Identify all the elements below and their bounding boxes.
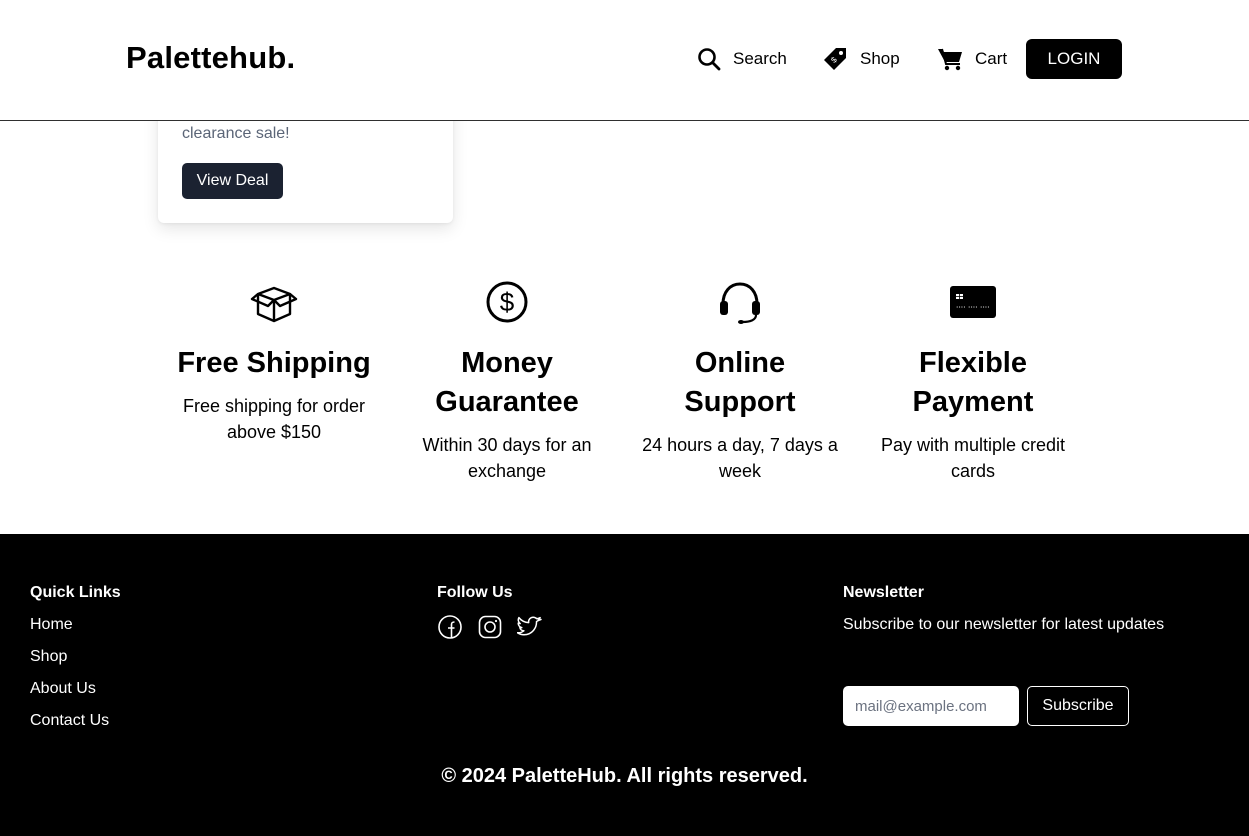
nav-search-label: Search	[733, 49, 787, 68]
feature-description: Free shipping for order above $150	[182, 396, 366, 442]
quick-links-title: Quick Links	[30, 584, 121, 601]
feature-money-guarantee: $ Money Guarantee Within 30 days for an …	[407, 278, 607, 484]
nav-cart[interactable]: Cart	[937, 44, 1007, 74]
social-links	[437, 614, 543, 640]
feature-description: 24 hours a day, 7 days a week	[642, 435, 838, 481]
nav-cart-label: Cart	[975, 49, 1008, 68]
credit-card-icon: •••• •••• ••••	[873, 278, 1073, 326]
site-logo[interactable]: Palettehub.	[126, 40, 295, 76]
newsletter-description: Subscribe to our newsletter for latest u…	[843, 616, 1165, 633]
feature-description: Within 30 days for an exchange	[422, 435, 592, 481]
price-tag-icon: $	[822, 46, 848, 72]
feature-description: Pay with multiple credit cards	[880, 435, 1066, 481]
deal-description: clearance sale!	[182, 125, 290, 142]
nav-shop[interactable]: $ Shop	[822, 44, 900, 74]
footer-link-shop[interactable]: Shop	[30, 648, 67, 666]
copyright-text: © 2024 PaletteHub. All rights reserved.	[441, 765, 808, 787]
feature-title: Flexible Payment	[912, 347, 1034, 418]
feature-title: Money Guarantee	[435, 347, 579, 418]
svg-text:•••• •••• ••••: •••• •••• ••••	[956, 306, 990, 310]
newsletter-title: Newsletter	[843, 584, 924, 601]
footer-link-contact-us[interactable]: Contact Us	[30, 712, 109, 730]
svg-text:$: $	[500, 287, 515, 317]
site-footer: Quick Links Home Shop About Us Contact U…	[0, 534, 1249, 836]
search-icon	[697, 47, 721, 71]
view-deal-button[interactable]: View Deal	[182, 163, 283, 199]
site-header: Palettehub. Search $ Shop Cart LOGIN	[0, 0, 1249, 121]
footer-link-home[interactable]: Home	[30, 616, 73, 634]
feature-flexible-payment: •••• •••• •••• Flexible Payment Pay with…	[873, 278, 1073, 484]
feature-title: Free Shipping	[177, 347, 371, 379]
feature-free-shipping: Free Shipping Free shipping for order ab…	[174, 278, 374, 445]
facebook-icon[interactable]	[437, 614, 463, 640]
nav-shop-label: Shop	[860, 49, 900, 68]
cart-icon	[937, 47, 963, 71]
feature-title: Online Support	[684, 347, 796, 418]
box-icon	[174, 278, 374, 326]
login-button[interactable]: LOGIN	[1026, 39, 1122, 79]
headset-icon	[640, 278, 840, 326]
instagram-icon[interactable]	[477, 614, 503, 640]
feature-online-support: Online Support 24 hours a day, 7 days a …	[640, 278, 840, 484]
twitter-icon[interactable]	[516, 614, 543, 640]
subscribe-button[interactable]: Subscribe	[1027, 686, 1129, 726]
newsletter-email-input[interactable]	[843, 686, 1019, 726]
dollar-circle-icon: $	[407, 278, 607, 326]
follow-us-title: Follow Us	[437, 584, 513, 601]
footer-link-about-us[interactable]: About Us	[30, 680, 96, 698]
nav-search[interactable]: Search	[697, 44, 787, 74]
